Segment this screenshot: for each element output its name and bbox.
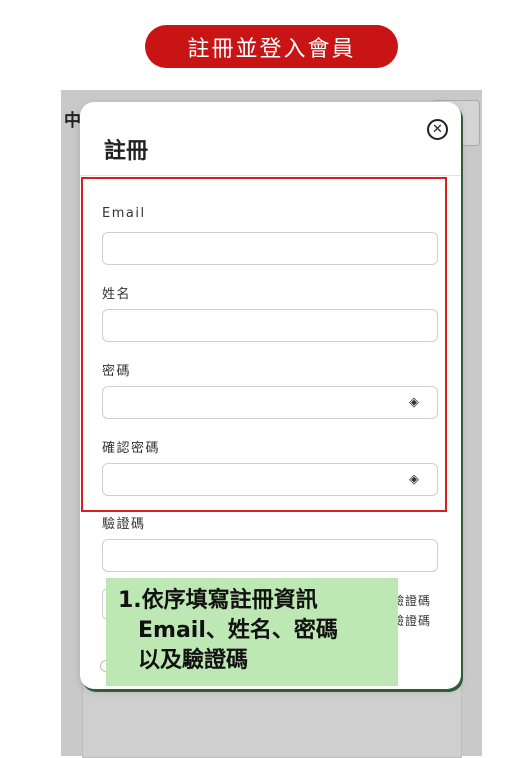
- captcha-label: 驗證碼: [102, 517, 146, 532]
- captcha-field[interactable]: [102, 539, 438, 572]
- instruction-line: Email、姓名、密碼: [138, 618, 338, 643]
- background-card: [82, 680, 462, 758]
- modal-title: 註冊: [104, 139, 149, 164]
- title-divider: [80, 175, 461, 176]
- close-icon[interactable]: ✕: [427, 119, 448, 140]
- instruction-line: 以及驗證碼: [138, 648, 249, 673]
- register-login-banner: 註冊並登入會員: [145, 25, 398, 68]
- instruction-note: 1.依序填寫註冊資訊 Email、姓名、密碼 以及驗證碼: [106, 578, 398, 686]
- highlight-box: [81, 177, 447, 512]
- instruction-line: 1.依序填寫註冊資訊: [118, 588, 318, 613]
- background-text: 中: [64, 111, 81, 131]
